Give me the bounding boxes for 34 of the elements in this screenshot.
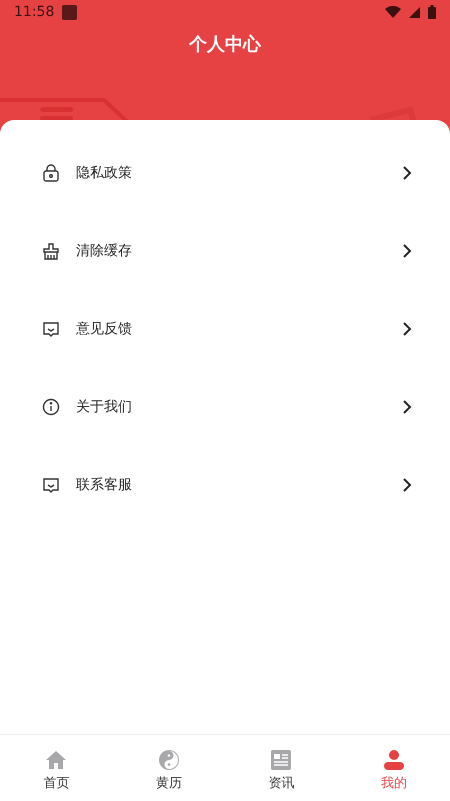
menu-item[interactable]: 清除缓存 [0,212,450,290]
menu-label: 联系客服 [76,476,133,494]
chevron-right-icon [402,321,412,337]
menu-item[interactable]: 隐私政策 [0,134,450,212]
info-icon [42,398,60,416]
status-time: 11:58 [14,4,54,20]
menu-label: 清除缓存 [76,242,133,260]
chevron-right-icon [402,399,412,415]
nav-tab[interactable]: 黄历 [112,735,225,801]
chevron-right-icon [402,477,412,493]
lock-icon [42,164,60,182]
broom-icon [42,242,60,260]
app-notification-icon [62,4,78,20]
nav-tab[interactable]: 首页 [0,735,112,801]
chevron-right-icon [402,243,412,259]
wifi-icon [385,6,401,18]
menu-item[interactable]: 意见反馈 [0,290,450,368]
menu-item[interactable]: 联系客服 [0,446,450,524]
chevron-right-icon [402,165,412,181]
home-icon [45,749,68,771]
newspaper-icon [270,749,292,771]
nav-tab[interactable]: 资讯 [225,735,338,801]
menu-label: 隐私政策 [76,164,133,182]
message-icon [42,476,60,494]
menu-label: 关于我们 [76,398,133,416]
message-icon [42,320,60,338]
menu-label: 意见反馈 [76,320,133,338]
page-title: 个人中心 [188,33,262,56]
menu-item[interactable]: 关于我们 [0,368,450,446]
yin-yang-icon [158,749,180,771]
nav-tab[interactable]: 我的 [338,735,450,801]
battery-icon [428,5,436,19]
user-icon [382,749,405,771]
signal-icon [409,6,420,18]
